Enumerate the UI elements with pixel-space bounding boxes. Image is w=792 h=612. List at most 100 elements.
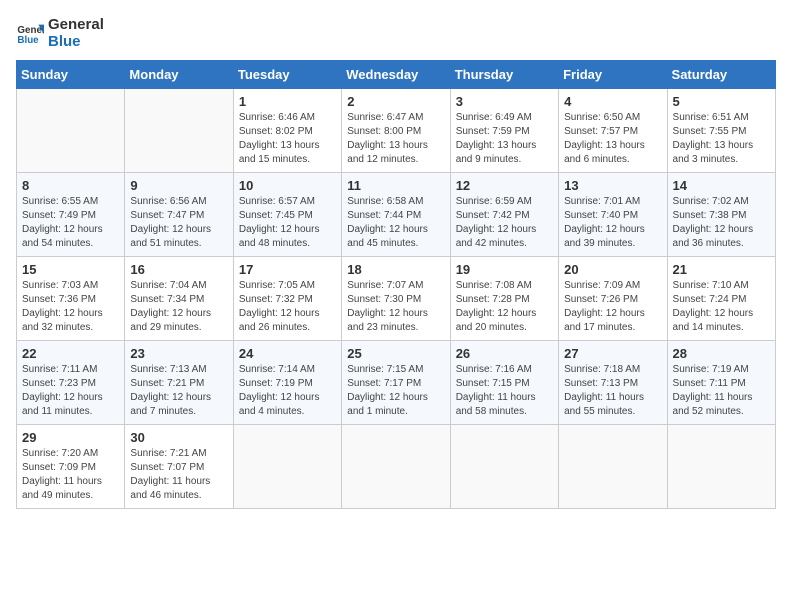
day-info: Sunrise: 7:10 AM Sunset: 7:24 PM Dayligh… <box>673 279 770 335</box>
day-info: Sunrise: 6:50 AM Sunset: 7:57 PM Dayligh… <box>564 111 661 167</box>
day-number: 9 <box>130 178 227 193</box>
day-info: Sunrise: 7:14 AM Sunset: 7:19 PM Dayligh… <box>239 363 336 419</box>
calendar-cell <box>667 425 775 509</box>
calendar-cell: 4 Sunrise: 6:50 AM Sunset: 7:57 PM Dayli… <box>559 89 667 173</box>
calendar-table: SundayMondayTuesdayWednesdayThursdayFrid… <box>16 60 776 509</box>
day-number: 27 <box>564 346 661 361</box>
day-number: 14 <box>673 178 770 193</box>
day-info: Sunrise: 7:01 AM Sunset: 7:40 PM Dayligh… <box>564 195 661 251</box>
day-info: Sunrise: 7:04 AM Sunset: 7:34 PM Dayligh… <box>130 279 227 335</box>
day-number: 5 <box>673 94 770 109</box>
day-number: 16 <box>130 262 227 277</box>
day-number: 12 <box>456 178 553 193</box>
calendar-cell: 9 Sunrise: 6:56 AM Sunset: 7:47 PM Dayli… <box>125 173 233 257</box>
calendar-cell <box>17 89 125 173</box>
calendar-cell: 18 Sunrise: 7:07 AM Sunset: 7:30 PM Dayl… <box>342 257 450 341</box>
calendar-cell: 20 Sunrise: 7:09 AM Sunset: 7:26 PM Dayl… <box>559 257 667 341</box>
day-info: Sunrise: 6:58 AM Sunset: 7:44 PM Dayligh… <box>347 195 444 251</box>
calendar-cell: 28 Sunrise: 7:19 AM Sunset: 7:11 PM Dayl… <box>667 341 775 425</box>
calendar-cell: 16 Sunrise: 7:04 AM Sunset: 7:34 PM Dayl… <box>125 257 233 341</box>
day-info: Sunrise: 7:15 AM Sunset: 7:17 PM Dayligh… <box>347 363 444 419</box>
logo-icon: General Blue <box>16 19 44 47</box>
calendar-cell: 1 Sunrise: 6:46 AM Sunset: 8:02 PM Dayli… <box>233 89 341 173</box>
calendar-cell: 29 Sunrise: 7:20 AM Sunset: 7:09 PM Dayl… <box>17 425 125 509</box>
day-info: Sunrise: 7:05 AM Sunset: 7:32 PM Dayligh… <box>239 279 336 335</box>
calendar-cell <box>233 425 341 509</box>
day-number: 29 <box>22 430 119 445</box>
day-info: Sunrise: 7:11 AM Sunset: 7:23 PM Dayligh… <box>22 363 119 419</box>
calendar-week-5: 29 Sunrise: 7:20 AM Sunset: 7:09 PM Dayl… <box>17 425 776 509</box>
calendar-cell: 22 Sunrise: 7:11 AM Sunset: 7:23 PM Dayl… <box>17 341 125 425</box>
day-info: Sunrise: 7:07 AM Sunset: 7:30 PM Dayligh… <box>347 279 444 335</box>
calendar-cell <box>125 89 233 173</box>
day-info: Sunrise: 7:08 AM Sunset: 7:28 PM Dayligh… <box>456 279 553 335</box>
page-header: General Blue General Blue <box>16 16 776 50</box>
day-number: 20 <box>564 262 661 277</box>
weekday-wednesday: Wednesday <box>342 61 450 89</box>
day-number: 4 <box>564 94 661 109</box>
calendar-cell: 2 Sunrise: 6:47 AM Sunset: 8:00 PM Dayli… <box>342 89 450 173</box>
logo-blue: Blue <box>48 33 104 50</box>
day-number: 1 <box>239 94 336 109</box>
calendar-week-3: 15 Sunrise: 7:03 AM Sunset: 7:36 PM Dayl… <box>17 257 776 341</box>
calendar-cell: 24 Sunrise: 7:14 AM Sunset: 7:19 PM Dayl… <box>233 341 341 425</box>
weekday-saturday: Saturday <box>667 61 775 89</box>
calendar-body: 1 Sunrise: 6:46 AM Sunset: 8:02 PM Dayli… <box>17 89 776 509</box>
day-number: 3 <box>456 94 553 109</box>
day-number: 26 <box>456 346 553 361</box>
day-info: Sunrise: 6:56 AM Sunset: 7:47 PM Dayligh… <box>130 195 227 251</box>
calendar-cell: 8 Sunrise: 6:55 AM Sunset: 7:49 PM Dayli… <box>17 173 125 257</box>
calendar-week-1: 1 Sunrise: 6:46 AM Sunset: 8:02 PM Dayli… <box>17 89 776 173</box>
calendar-cell: 14 Sunrise: 7:02 AM Sunset: 7:38 PM Dayl… <box>667 173 775 257</box>
day-info: Sunrise: 6:47 AM Sunset: 8:00 PM Dayligh… <box>347 111 444 167</box>
day-number: 18 <box>347 262 444 277</box>
calendar-cell: 17 Sunrise: 7:05 AM Sunset: 7:32 PM Dayl… <box>233 257 341 341</box>
calendar-cell: 13 Sunrise: 7:01 AM Sunset: 7:40 PM Dayl… <box>559 173 667 257</box>
day-info: Sunrise: 7:19 AM Sunset: 7:11 PM Dayligh… <box>673 363 770 419</box>
calendar-cell <box>559 425 667 509</box>
calendar-cell <box>450 425 558 509</box>
day-info: Sunrise: 7:21 AM Sunset: 7:07 PM Dayligh… <box>130 447 227 503</box>
day-number: 24 <box>239 346 336 361</box>
day-number: 8 <box>22 178 119 193</box>
calendar-cell: 26 Sunrise: 7:16 AM Sunset: 7:15 PM Dayl… <box>450 341 558 425</box>
calendar-week-2: 8 Sunrise: 6:55 AM Sunset: 7:49 PM Dayli… <box>17 173 776 257</box>
weekday-header-row: SundayMondayTuesdayWednesdayThursdayFrid… <box>17 61 776 89</box>
svg-text:Blue: Blue <box>17 35 39 46</box>
calendar-cell: 11 Sunrise: 6:58 AM Sunset: 7:44 PM Dayl… <box>342 173 450 257</box>
calendar-cell: 23 Sunrise: 7:13 AM Sunset: 7:21 PM Dayl… <box>125 341 233 425</box>
day-number: 19 <box>456 262 553 277</box>
day-number: 10 <box>239 178 336 193</box>
weekday-monday: Monday <box>125 61 233 89</box>
day-info: Sunrise: 6:59 AM Sunset: 7:42 PM Dayligh… <box>456 195 553 251</box>
calendar-cell: 19 Sunrise: 7:08 AM Sunset: 7:28 PM Dayl… <box>450 257 558 341</box>
calendar-cell: 27 Sunrise: 7:18 AM Sunset: 7:13 PM Dayl… <box>559 341 667 425</box>
calendar-cell <box>342 425 450 509</box>
calendar-week-4: 22 Sunrise: 7:11 AM Sunset: 7:23 PM Dayl… <box>17 341 776 425</box>
day-number: 2 <box>347 94 444 109</box>
weekday-sunday: Sunday <box>17 61 125 89</box>
calendar-cell: 5 Sunrise: 6:51 AM Sunset: 7:55 PM Dayli… <box>667 89 775 173</box>
weekday-thursday: Thursday <box>450 61 558 89</box>
weekday-friday: Friday <box>559 61 667 89</box>
day-number: 23 <box>130 346 227 361</box>
weekday-tuesday: Tuesday <box>233 61 341 89</box>
day-info: Sunrise: 7:16 AM Sunset: 7:15 PM Dayligh… <box>456 363 553 419</box>
day-info: Sunrise: 7:13 AM Sunset: 7:21 PM Dayligh… <box>130 363 227 419</box>
day-number: 22 <box>22 346 119 361</box>
day-info: Sunrise: 6:57 AM Sunset: 7:45 PM Dayligh… <box>239 195 336 251</box>
day-info: Sunrise: 7:20 AM Sunset: 7:09 PM Dayligh… <box>22 447 119 503</box>
day-number: 30 <box>130 430 227 445</box>
calendar-cell: 10 Sunrise: 6:57 AM Sunset: 7:45 PM Dayl… <box>233 173 341 257</box>
logo-general: General <box>48 16 104 33</box>
day-info: Sunrise: 7:18 AM Sunset: 7:13 PM Dayligh… <box>564 363 661 419</box>
calendar-cell: 21 Sunrise: 7:10 AM Sunset: 7:24 PM Dayl… <box>667 257 775 341</box>
calendar-cell: 12 Sunrise: 6:59 AM Sunset: 7:42 PM Dayl… <box>450 173 558 257</box>
calendar-cell: 30 Sunrise: 7:21 AM Sunset: 7:07 PM Dayl… <box>125 425 233 509</box>
day-info: Sunrise: 7:03 AM Sunset: 7:36 PM Dayligh… <box>22 279 119 335</box>
day-number: 25 <box>347 346 444 361</box>
day-number: 21 <box>673 262 770 277</box>
day-number: 15 <box>22 262 119 277</box>
day-info: Sunrise: 6:55 AM Sunset: 7:49 PM Dayligh… <box>22 195 119 251</box>
day-info: Sunrise: 6:46 AM Sunset: 8:02 PM Dayligh… <box>239 111 336 167</box>
